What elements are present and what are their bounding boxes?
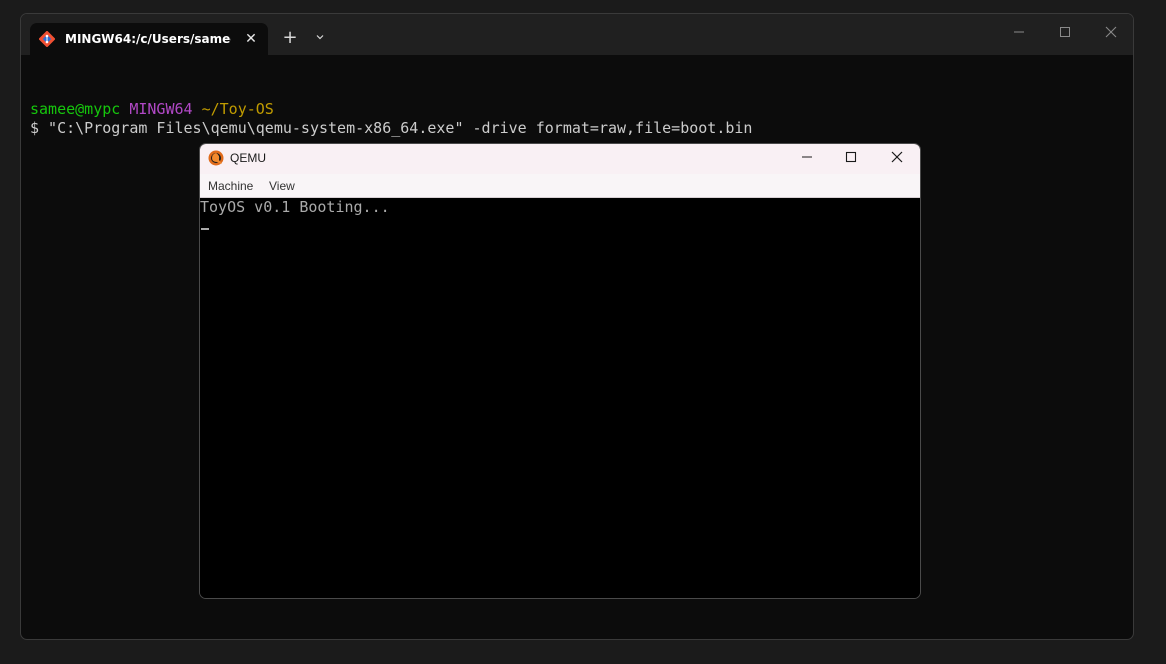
terminal-tab[interactable]: MINGW64:/c/Users/samee/To ✕ [30, 23, 268, 55]
qemu-titlebar[interactable]: QEMU [200, 144, 920, 174]
boot-message: ToyOS v0.1 Booting... [200, 198, 390, 216]
prompt-path: ~/Toy-OS [201, 100, 274, 118]
terminal-output[interactable]: samee@mypc MINGW64 ~/Toy-OS $ "C:\Program… [30, 81, 752, 138]
prompt-user: samee@mypc [30, 100, 121, 118]
qemu-title: QEMU [230, 151, 266, 165]
menu-item-view[interactable]: View [269, 179, 295, 193]
new-tab-button[interactable]: + [279, 28, 301, 50]
command-line: $ "C:\Program Files\qemu\qemu-system-x86… [30, 119, 753, 137]
maximize-button[interactable] [1051, 22, 1079, 46]
qemu-close-button[interactable] [882, 147, 912, 171]
prompt-line: samee@mypc MINGW64 ~/Toy-OS [30, 100, 752, 119]
minimize-button[interactable] [1005, 22, 1033, 46]
terminal-titlebar[interactable]: MINGW64:/c/Users/samee/To ✕ + [21, 14, 1133, 55]
chevron-down-icon[interactable] [309, 28, 331, 50]
qemu-window: QEMU Machine View ToyOS v0.1 Booting... [199, 143, 921, 599]
prompt-env: MINGW64 [129, 100, 193, 118]
close-button[interactable] [1097, 22, 1125, 46]
git-bash-icon [38, 30, 56, 48]
menu-item-machine[interactable]: Machine [208, 179, 253, 193]
tab-close-icon[interactable]: ✕ [243, 31, 259, 47]
qemu-logo-icon [208, 150, 224, 166]
qemu-menubar: Machine View [200, 174, 920, 198]
qemu-minimize-button[interactable] [792, 147, 822, 171]
qemu-maximize-button[interactable] [836, 147, 866, 171]
text-cursor [201, 228, 209, 230]
tab-title: MINGW64:/c/Users/samee/To [65, 32, 231, 46]
qemu-screen[interactable]: ToyOS v0.1 Booting... [200, 198, 920, 598]
